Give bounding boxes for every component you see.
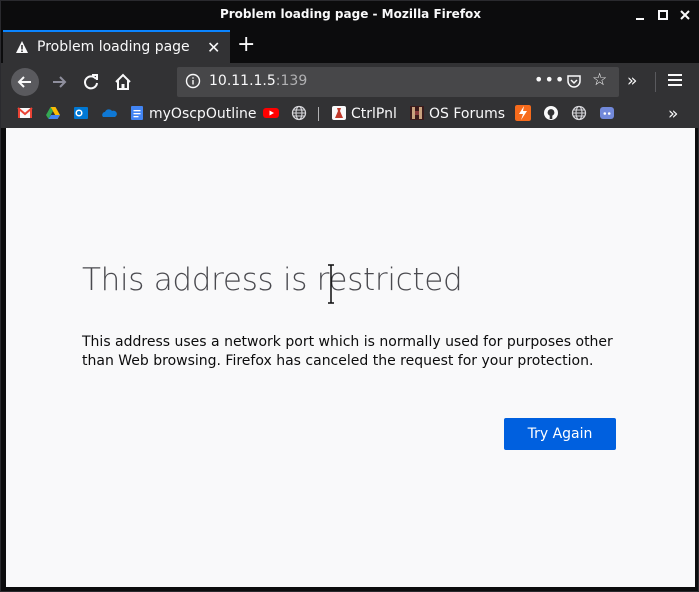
- error-description: This address uses a network port which i…: [82, 334, 613, 369]
- bookmarks-overflow-button[interactable]: »: [668, 105, 678, 123]
- bookmark-discord[interactable]: [599, 105, 615, 123]
- window-title: Problem loading page - Mozilla Firefox: [219, 7, 482, 21]
- reload-icon: [84, 74, 98, 90]
- title-bar: Problem loading page - Mozilla Firefox: [1, 1, 699, 30]
- bookmark-ctrlpnl[interactable]: CtrlPnl: [331, 105, 397, 123]
- tab-strip: Problem loading page ✕ +: [1, 30, 699, 63]
- gmail-icon: [17, 107, 33, 118]
- google-drive-icon: [46, 107, 60, 119]
- page-actions-button[interactable]: •••: [534, 70, 565, 89]
- bookmark-globe-2[interactable]: [571, 105, 587, 123]
- bookmark-separator: [318, 107, 319, 121]
- close-window-button[interactable]: [677, 7, 693, 23]
- pocket-icon[interactable]: [566, 73, 582, 89]
- bookmarks-toolbar: myOscpOutline CtrlPnl OS Forums »: [1, 101, 699, 128]
- minimize-button[interactable]: [632, 7, 648, 23]
- arrow-right-icon: [53, 76, 67, 88]
- address-bar[interactable]: 10.11.1.5:139 ••• ☆: [177, 67, 619, 97]
- discord-icon: [600, 107, 614, 119]
- forward-button[interactable]: [45, 68, 73, 96]
- reload-button[interactable]: [77, 68, 105, 96]
- bookmark-onedrive[interactable]: [101, 105, 117, 123]
- url-text[interactable]: 10.11.1.5:139: [209, 73, 307, 89]
- outlook-icon: [74, 107, 88, 119]
- toolbar-overflow-button[interactable]: »: [627, 71, 637, 91]
- url-host: 10.11.1.5: [209, 73, 276, 89]
- bookmark-outlook[interactable]: [73, 105, 89, 123]
- hamburger-menu-icon[interactable]: [668, 74, 682, 86]
- home-icon: [115, 73, 131, 90]
- bookmark-label: CtrlPnl: [351, 106, 397, 122]
- tab-problem-loading[interactable]: Problem loading page ✕: [3, 30, 230, 63]
- maximize-button[interactable]: [655, 7, 671, 23]
- page-content: This address is restricted This address …: [6, 128, 695, 587]
- bookmark-gmail[interactable]: [17, 105, 33, 123]
- info-icon[interactable]: [185, 73, 201, 89]
- ctrlpnl-icon: [332, 106, 346, 120]
- bookmark-globe-1[interactable]: [291, 105, 307, 123]
- bookmark-os-forums[interactable]: OS Forums: [409, 105, 505, 123]
- bookmark-youtube[interactable]: [263, 105, 279, 123]
- bookmark-myoscpoutline[interactable]: myOscpOutline: [129, 105, 256, 123]
- error-title: This address is restricted: [82, 262, 463, 298]
- bookmark-label: myOscpOutline: [149, 106, 257, 122]
- bookmark-github[interactable]: [543, 105, 559, 123]
- url-port: :139: [275, 73, 308, 89]
- firefox-window: Problem loading page - Mozilla Firefox P…: [0, 0, 699, 592]
- youtube-icon: [263, 108, 279, 118]
- globe-icon: [571, 105, 587, 121]
- toolbar-separator: [655, 72, 656, 92]
- bookmark-label: OS Forums: [429, 106, 506, 122]
- lightning-icon: [515, 105, 531, 121]
- back-button[interactable]: [11, 68, 39, 96]
- close-icon: [680, 10, 690, 20]
- new-tab-button[interactable]: +: [237, 34, 255, 56]
- bookmark-lightning[interactable]: [515, 105, 531, 123]
- warning-icon: [16, 41, 28, 53]
- home-button[interactable]: [109, 68, 137, 96]
- tab-title: Problem loading page: [37, 39, 190, 55]
- tab-close-button[interactable]: ✕: [207, 38, 220, 57]
- bookmark-google-drive[interactable]: [45, 105, 61, 123]
- navigation-toolbar: 10.11.1.5:139 ••• ☆ »: [1, 63, 699, 101]
- onedrive-icon: [102, 109, 117, 117]
- os-forums-icon: [410, 106, 424, 120]
- try-again-button[interactable]: Try Again: [504, 418, 616, 450]
- globe-icon: [291, 105, 307, 121]
- github-icon: [544, 106, 558, 120]
- bookmark-star-button[interactable]: ☆: [592, 70, 607, 90]
- text-cursor-icon: [328, 264, 334, 304]
- google-docs-icon: [131, 106, 143, 120]
- arrow-left-icon: [17, 76, 31, 88]
